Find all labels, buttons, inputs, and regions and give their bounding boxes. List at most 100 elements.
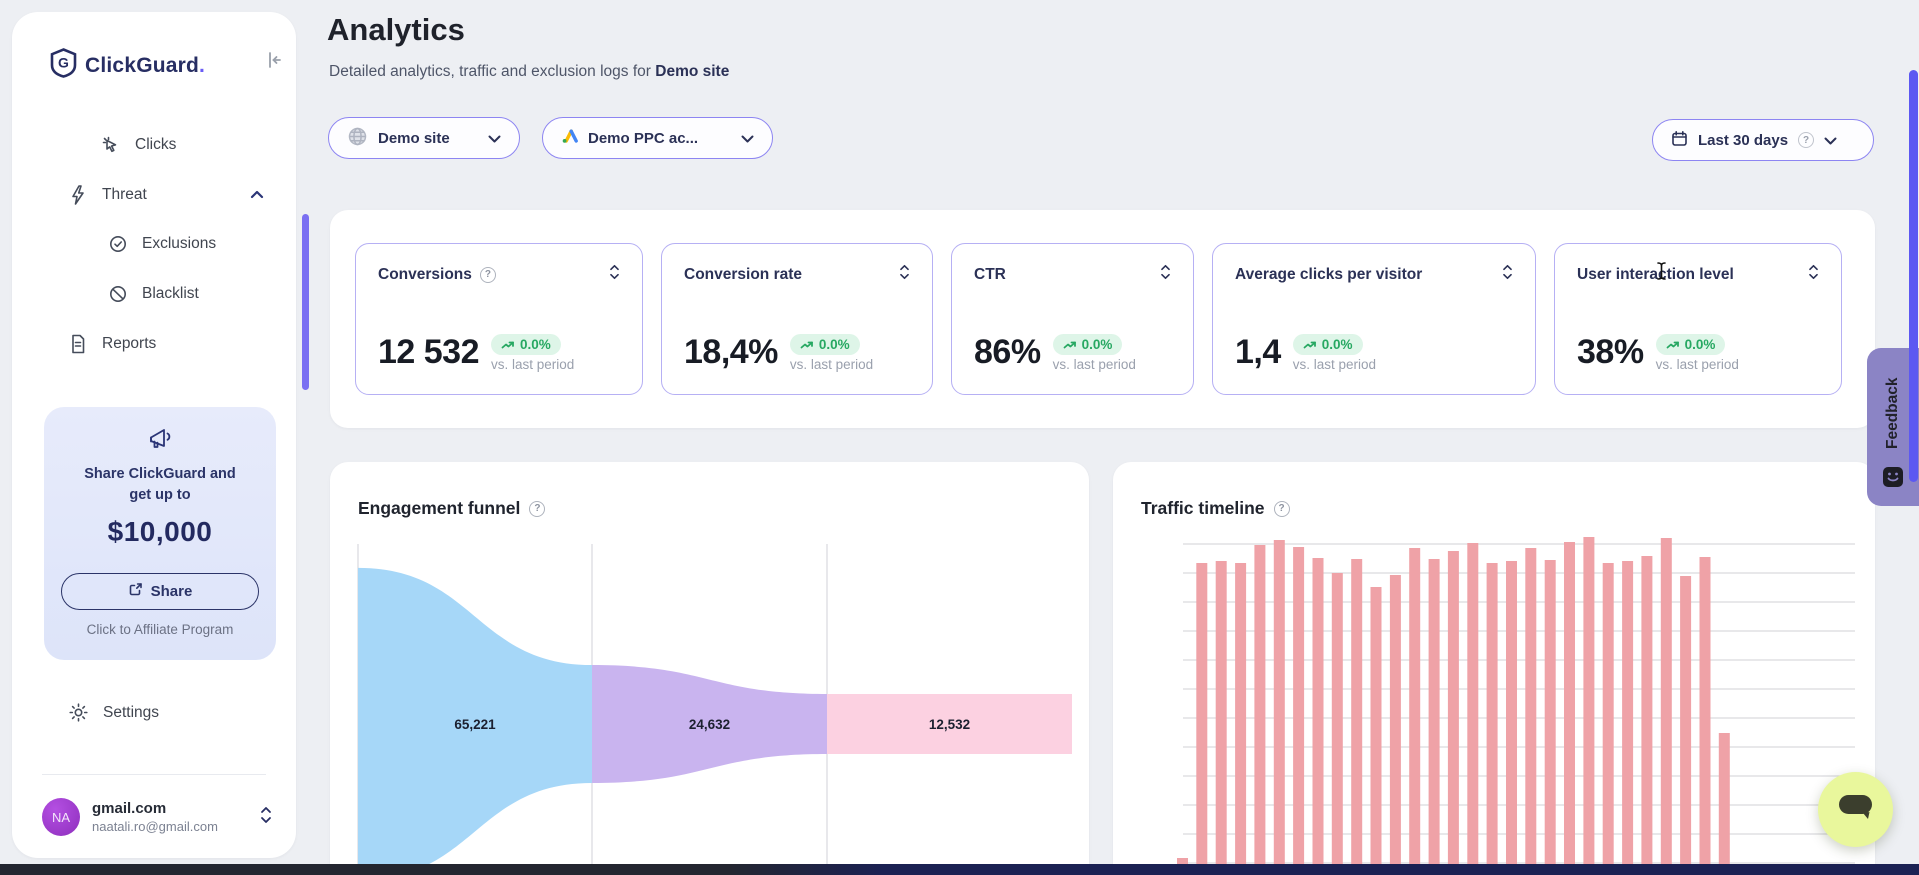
- help-icon[interactable]: ?: [1798, 132, 1814, 148]
- sidebar-item-label: Exclusions: [142, 235, 216, 253]
- traffic-bar[interactable]: [1622, 561, 1633, 875]
- chat-widget-button[interactable]: [1818, 772, 1893, 847]
- traffic-bar[interactable]: [1525, 548, 1536, 875]
- sidebar-item-label: Blacklist: [142, 285, 199, 303]
- sidebar-item-exclusions[interactable]: Exclusions: [108, 234, 216, 254]
- sidebar-item-reports[interactable]: Reports: [68, 333, 156, 355]
- traffic-timeline-chart: [1113, 462, 1875, 875]
- calendar-icon: [1671, 130, 1688, 151]
- logo-wordmark: ClickGuard.: [85, 54, 205, 78]
- funnel-stage-value: 12,532: [929, 717, 970, 732]
- traffic-bar[interactable]: [1467, 543, 1478, 875]
- delta-badge: 0.0%: [1053, 334, 1123, 355]
- page-scrollbar-thumb[interactable]: [1909, 70, 1918, 482]
- delta-badge: 0.0%: [790, 334, 860, 355]
- traffic-bar[interactable]: [1293, 547, 1304, 875]
- sort-toggle-icon[interactable]: [899, 264, 910, 285]
- user-name: gmail.com: [92, 800, 218, 817]
- globe-icon: [347, 126, 368, 151]
- traffic-bar[interactable]: [1351, 559, 1362, 875]
- share-button[interactable]: Share: [61, 573, 259, 610]
- traffic-bar[interactable]: [1564, 542, 1575, 875]
- traffic-bar[interactable]: [1680, 576, 1691, 875]
- traffic-bar[interactable]: [1506, 561, 1517, 875]
- traffic-bar[interactable]: [1274, 540, 1285, 875]
- delta-badge: 0.0%: [1656, 334, 1726, 355]
- clickguard-shield-icon: G: [50, 48, 77, 83]
- kpi-value: 12 532: [378, 333, 479, 372]
- traffic-bar[interactable]: [1196, 563, 1207, 875]
- clickguard-logo[interactable]: G ClickGuard.: [50, 48, 205, 83]
- kpi-label: User interaction level: [1577, 266, 1734, 284]
- traffic-bar[interactable]: [1603, 563, 1614, 875]
- sort-toggle-icon[interactable]: [609, 264, 620, 285]
- traffic-bar[interactable]: [1235, 563, 1246, 875]
- sidebar-scrollbar-thumb[interactable]: [302, 214, 309, 390]
- divider: [42, 774, 266, 775]
- kpi-label: CTR: [974, 266, 1006, 284]
- cursor-click-icon: [100, 134, 121, 155]
- affiliate-link[interactable]: Click to Affiliate Program: [44, 622, 276, 637]
- traffic-bar[interactable]: [1448, 551, 1459, 875]
- traffic-bar[interactable]: [1390, 575, 1401, 875]
- ppc-account-dropdown[interactable]: Demo PPC ac...: [542, 117, 773, 159]
- megaphone-icon: [44, 425, 276, 458]
- funnel-stage-value: 65,221: [454, 717, 496, 732]
- traffic-bar[interactable]: [1719, 733, 1730, 875]
- smiley-feedback-icon: [1882, 466, 1904, 493]
- sort-toggle-icon[interactable]: [1502, 264, 1513, 285]
- lightning-icon: [68, 184, 88, 206]
- sidebar-item-clicks[interactable]: Clicks: [100, 134, 176, 155]
- traffic-bar[interactable]: [1332, 573, 1343, 875]
- kpi-value: 86%: [974, 333, 1041, 372]
- ban-icon: [108, 284, 128, 304]
- badge-check-icon: [108, 234, 128, 254]
- sidebar-item-blacklist[interactable]: Blacklist: [108, 284, 199, 304]
- traffic-bar[interactable]: [1700, 557, 1711, 875]
- gear-icon: [68, 702, 89, 723]
- traffic-bar[interactable]: [1254, 545, 1265, 875]
- kpi-value: 38%: [1577, 333, 1644, 372]
- chart-title: Traffic timeline: [1141, 498, 1265, 519]
- sidebar-item-settings[interactable]: Settings: [68, 702, 159, 723]
- sort-toggle-icon[interactable]: [1808, 264, 1819, 285]
- user-account-switcher[interactable]: NA gmail.com naatali.ro@gmail.com: [42, 798, 272, 836]
- delta-compare-label: vs. last period: [1656, 357, 1739, 372]
- kpi-panel: Conversions ? 12 532 0.0% vs. last perio…: [330, 210, 1875, 428]
- sort-toggle-icon[interactable]: [1160, 264, 1171, 285]
- chevron-down-icon: [488, 130, 501, 147]
- traffic-bar[interactable]: [1371, 587, 1382, 875]
- traffic-bar[interactable]: [1487, 563, 1498, 875]
- traffic-bar[interactable]: [1545, 560, 1556, 875]
- sidebar-item-label: Settings: [103, 704, 159, 722]
- affiliate-promo-card: Share ClickGuard andget up to $10,000 Sh…: [44, 407, 276, 660]
- page-subtitle: Detailed analytics, traffic and exclusio…: [329, 63, 729, 81]
- chat-bubble-icon: [1837, 792, 1875, 827]
- share-button-label: Share: [151, 583, 193, 600]
- sidebar: G ClickGuard. Clicks Threat Exclusions B…: [12, 12, 296, 858]
- help-icon[interactable]: ?: [1274, 501, 1290, 517]
- sidebar-item-threat[interactable]: Threat: [68, 184, 268, 206]
- site-selector-dropdown[interactable]: Demo site: [328, 117, 520, 159]
- traffic-bar[interactable]: [1583, 537, 1594, 875]
- traffic-bar[interactable]: [1641, 556, 1652, 875]
- chevron-up-icon[interactable]: [250, 186, 264, 204]
- engagement-funnel-chart: 65,22124,63212,532: [330, 462, 1089, 875]
- kpi-label: Conversions: [378, 266, 472, 284]
- traffic-bar[interactable]: [1429, 559, 1440, 875]
- traffic-bar[interactable]: [1216, 561, 1227, 875]
- help-icon[interactable]: ?: [480, 267, 496, 283]
- traffic-bar[interactable]: [1661, 538, 1672, 875]
- kpi-value: 18,4%: [684, 333, 778, 372]
- avatar: NA: [42, 798, 80, 836]
- delta-compare-label: vs. last period: [491, 357, 574, 372]
- sidebar-collapse-icon[interactable]: [264, 50, 284, 75]
- bottom-window-edge: [0, 864, 1919, 875]
- kpi-card-avg-clicks: Average clicks per visitor 1,4 0.0% vs. …: [1212, 243, 1536, 395]
- date-range-dropdown[interactable]: Last 30 days ?: [1652, 119, 1874, 161]
- external-link-icon: [128, 582, 143, 601]
- help-icon[interactable]: ?: [529, 501, 545, 517]
- chevron-down-icon: [1824, 132, 1837, 149]
- traffic-bar[interactable]: [1409, 548, 1420, 875]
- traffic-bar[interactable]: [1313, 558, 1324, 875]
